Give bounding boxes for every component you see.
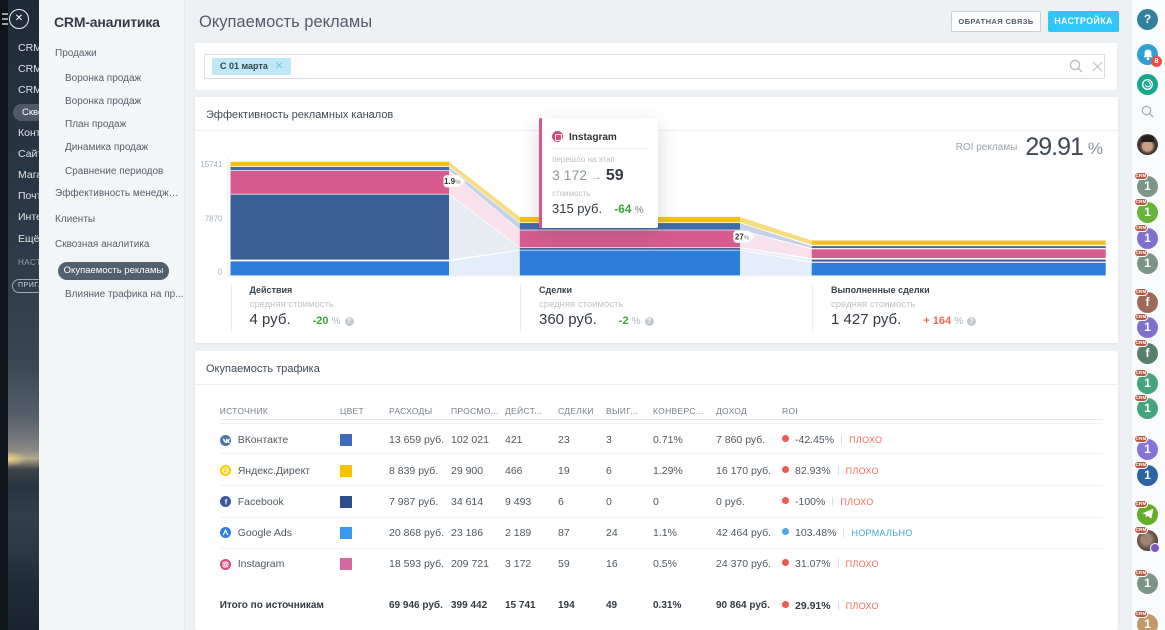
svg-text:0: 0	[218, 268, 223, 277]
svg-text:15741: 15741	[200, 160, 223, 169]
svg-text:7870: 7870	[205, 215, 223, 224]
